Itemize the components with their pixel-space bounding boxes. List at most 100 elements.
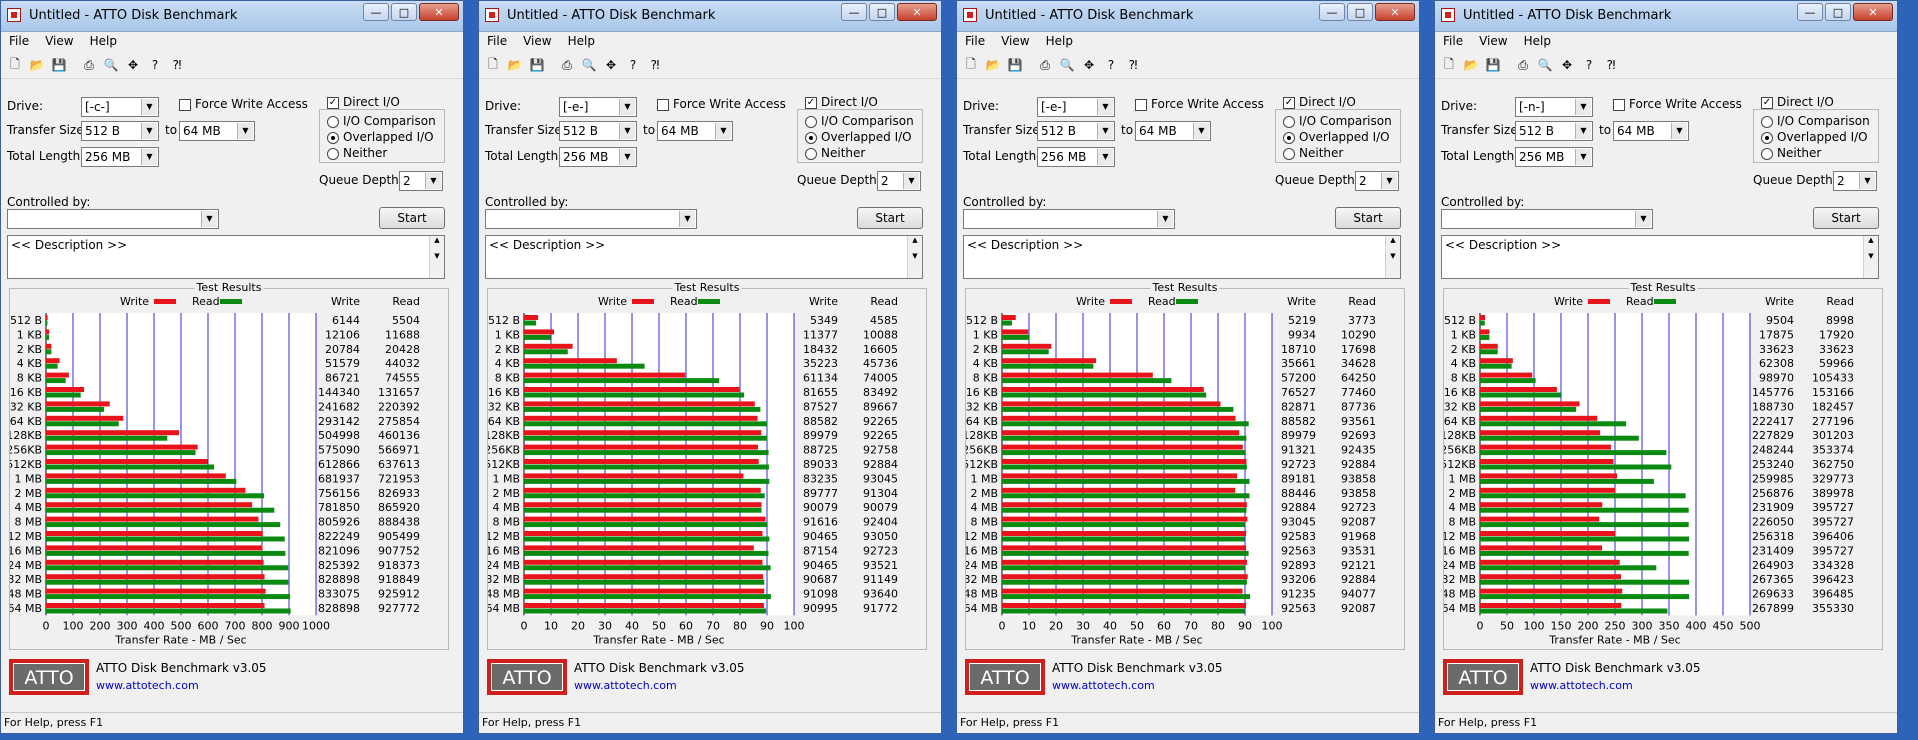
transfer-from-select[interactable]: 512 B ▼: [81, 121, 159, 141]
menu-help[interactable]: Help: [560, 32, 603, 52]
website-link[interactable]: www.attotech.com: [96, 679, 199, 692]
queue-depth-select[interactable]: 2 ▼: [1833, 171, 1877, 191]
overlapped-io-radio[interactable]: [805, 132, 817, 144]
menu-file[interactable]: File: [1, 32, 37, 52]
total-length-select[interactable]: 256 MB ▼: [559, 147, 637, 167]
open-folder-icon[interactable]: 📂: [27, 55, 47, 75]
print-preview-icon[interactable]: 🔍: [1057, 55, 1077, 75]
drive-select[interactable]: [-c-] ▼: [81, 97, 159, 117]
save-icon[interactable]: 💾: [527, 55, 547, 75]
print-preview-icon[interactable]: 🔍: [1535, 55, 1555, 75]
title-bar[interactable]: Untitled - ATTO Disk Benchmark — □ ✕: [1, 1, 463, 32]
force-write-checkbox[interactable]: [657, 99, 669, 111]
title-bar[interactable]: Untitled - ATTO Disk Benchmark — □ ✕: [479, 1, 941, 32]
total-length-select[interactable]: 256 MB ▼: [81, 147, 159, 167]
queue-depth-select[interactable]: 2 ▼: [1355, 171, 1399, 191]
direct-io-checkbox[interactable]: ✓: [327, 97, 339, 109]
transfer-from-select[interactable]: 512 B ▼: [1515, 121, 1593, 141]
help-icon[interactable]: ?: [1101, 55, 1121, 75]
neither-radio[interactable]: [805, 148, 817, 160]
force-write-checkbox[interactable]: [1135, 99, 1147, 111]
neither-radio[interactable]: [1283, 148, 1295, 160]
transfer-from-select[interactable]: 512 B ▼: [1037, 121, 1115, 141]
start-button[interactable]: Start: [857, 207, 923, 229]
title-bar[interactable]: Untitled - ATTO Disk Benchmark — □ ✕: [957, 1, 1419, 32]
controlled-by-select[interactable]: ▼: [485, 209, 697, 229]
force-write-checkbox[interactable]: [1613, 99, 1625, 111]
direct-io-checkbox[interactable]: ✓: [805, 97, 817, 109]
menu-view[interactable]: View: [37, 32, 81, 52]
website-link[interactable]: www.attotech.com: [574, 679, 677, 692]
open-folder-icon[interactable]: 📂: [983, 55, 1003, 75]
neither-radio[interactable]: [327, 148, 339, 160]
minimize-button[interactable]: —: [841, 3, 867, 21]
description-box[interactable]: << Description >> ▲ ▼: [485, 235, 923, 279]
description-box[interactable]: << Description >> ▲ ▼: [7, 235, 445, 279]
transfer-to-select[interactable]: 64 MB ▼: [1613, 121, 1689, 141]
context-help-icon[interactable]: ⁈: [1601, 55, 1621, 75]
description-scrollbar[interactable]: ▲ ▼: [1863, 236, 1878, 278]
start-button[interactable]: Start: [1813, 207, 1879, 229]
minimize-button[interactable]: —: [1797, 3, 1823, 21]
print-preview-icon[interactable]: 🔍: [101, 55, 121, 75]
context-help-icon[interactable]: ⁈: [167, 55, 187, 75]
minimize-button[interactable]: —: [1319, 3, 1345, 21]
open-folder-icon[interactable]: 📂: [1461, 55, 1481, 75]
menu-help[interactable]: Help: [1516, 32, 1559, 52]
print-icon[interactable]: ⎙: [557, 55, 577, 75]
close-button[interactable]: ✕: [419, 3, 459, 21]
new-file-icon[interactable]: 🗋: [5, 55, 25, 75]
close-button[interactable]: ✕: [897, 3, 937, 21]
direct-io-checkbox[interactable]: ✓: [1761, 97, 1773, 109]
new-file-icon[interactable]: 🗋: [483, 55, 503, 75]
move-icon[interactable]: ✥: [601, 55, 621, 75]
overlapped-io-radio[interactable]: [327, 132, 339, 144]
drive-select[interactable]: [-n-] ▼: [1515, 97, 1593, 117]
io-comparison-radio[interactable]: [805, 116, 817, 128]
menu-file[interactable]: File: [957, 32, 993, 52]
transfer-to-select[interactable]: 64 MB ▼: [657, 121, 733, 141]
move-icon[interactable]: ✥: [1557, 55, 1577, 75]
transfer-from-select[interactable]: 512 B ▼: [559, 121, 637, 141]
help-icon[interactable]: ?: [145, 55, 165, 75]
print-icon[interactable]: ⎙: [79, 55, 99, 75]
menu-file[interactable]: File: [479, 32, 515, 52]
drive-select[interactable]: [-e-] ▼: [1037, 97, 1115, 117]
menu-view[interactable]: View: [993, 32, 1037, 52]
controlled-by-select[interactable]: ▼: [1441, 209, 1653, 229]
save-icon[interactable]: 💾: [1483, 55, 1503, 75]
drive-select[interactable]: [-e-] ▼: [559, 97, 637, 117]
force-write-checkbox[interactable]: [179, 99, 191, 111]
print-icon[interactable]: ⎙: [1513, 55, 1533, 75]
print-icon[interactable]: ⎙: [1035, 55, 1055, 75]
menu-help[interactable]: Help: [82, 32, 125, 52]
menu-help[interactable]: Help: [1038, 32, 1081, 52]
close-button[interactable]: ✕: [1853, 3, 1893, 21]
io-comparison-radio[interactable]: [327, 116, 339, 128]
help-icon[interactable]: ?: [623, 55, 643, 75]
new-file-icon[interactable]: 🗋: [961, 55, 981, 75]
context-help-icon[interactable]: ⁈: [1123, 55, 1143, 75]
controlled-by-select[interactable]: ▼: [7, 209, 219, 229]
close-button[interactable]: ✕: [1375, 3, 1415, 21]
controlled-by-select[interactable]: ▼: [963, 209, 1175, 229]
overlapped-io-radio[interactable]: [1761, 132, 1773, 144]
start-button[interactable]: Start: [379, 207, 445, 229]
save-icon[interactable]: 💾: [49, 55, 69, 75]
io-comparison-radio[interactable]: [1283, 116, 1295, 128]
title-bar[interactable]: Untitled - ATTO Disk Benchmark — □ ✕: [1435, 1, 1897, 32]
start-button[interactable]: Start: [1335, 207, 1401, 229]
direct-io-checkbox[interactable]: ✓: [1283, 97, 1295, 109]
minimize-button[interactable]: —: [363, 3, 389, 21]
description-scrollbar[interactable]: ▲ ▼: [429, 236, 444, 278]
menu-view[interactable]: View: [1471, 32, 1515, 52]
transfer-to-select[interactable]: 64 MB ▼: [1135, 121, 1211, 141]
description-scrollbar[interactable]: ▲ ▼: [1385, 236, 1400, 278]
description-box[interactable]: << Description >> ▲ ▼: [963, 235, 1401, 279]
io-comparison-radio[interactable]: [1761, 116, 1773, 128]
transfer-to-select[interactable]: 64 MB ▼: [179, 121, 255, 141]
print-preview-icon[interactable]: 🔍: [579, 55, 599, 75]
overlapped-io-radio[interactable]: [1283, 132, 1295, 144]
description-box[interactable]: << Description >> ▲ ▼: [1441, 235, 1879, 279]
menu-file[interactable]: File: [1435, 32, 1471, 52]
